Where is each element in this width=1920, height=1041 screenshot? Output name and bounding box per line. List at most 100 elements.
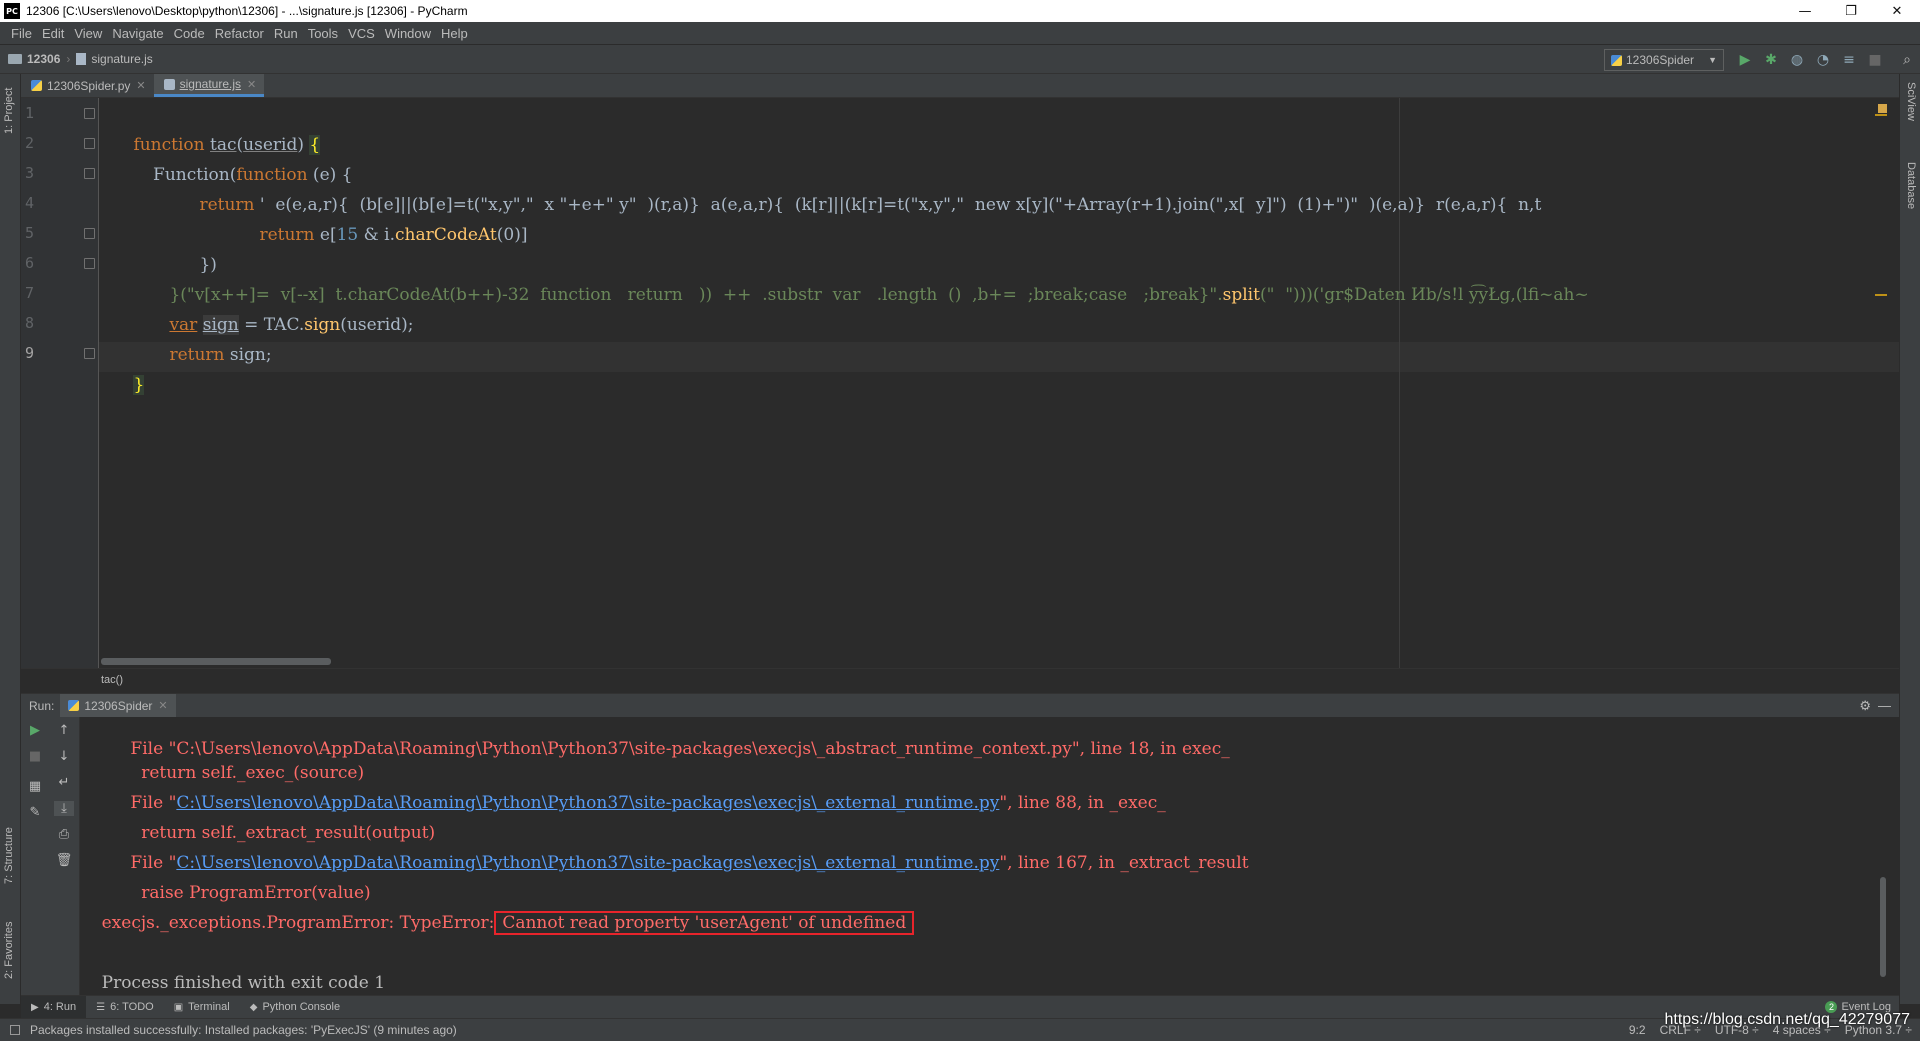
line-number: 9 [25,344,35,362]
toolbar-actions: ▶ ✱ ◍ ◔ ≡ ■ ⌕ [1732,45,1920,75]
gear-icon[interactable]: ⚙ [1859,698,1871,714]
profile-icon[interactable]: ◔ [1810,52,1836,68]
code-area[interactable]: function tac(userid) { Function(function… [99,98,1899,668]
code-line-4: return e[15 & i.charCodeAt(0)] [259,225,528,245]
code-line-8: return sign; [169,345,272,365]
warning-marker-icon[interactable] [1878,104,1887,113]
tool-tab-run[interactable]: ▶ 4: Run [21,995,87,1019]
run-config-dropdown[interactable]: 12306Spider ▼ [1604,49,1724,71]
minimize-button[interactable]: — [1782,0,1828,22]
folder-icon [8,54,22,64]
database-panel-tab[interactable]: Database [1905,162,1917,209]
toggle-tool-windows-icon[interactable] [10,1025,20,1035]
tab-12306spider-py[interactable]: 12306Spider.py ✕ [21,74,154,97]
build-icon[interactable]: ≡ [1836,52,1862,68]
tool-tab-terminal[interactable]: ▣ Terminal [164,996,240,1019]
menu-tools[interactable]: Tools [303,26,343,41]
line-number: 4 [25,194,35,212]
menu-help[interactable]: Help [436,26,473,41]
trash-icon[interactable]: 🗑 [54,853,74,868]
todo-icon: ☰ [96,1001,106,1013]
layout-icon[interactable]: ▦ [25,779,45,794]
status-message[interactable]: Packages installed successfully: Install… [0,1023,457,1037]
line-number: 7 [25,284,35,302]
favorites-panel-tab[interactable]: 2: Favorites [3,922,15,979]
run-console[interactable]: File "C:\Users\lenovo\AppData\Roaming\Py… [80,717,1890,995]
run-tab-label: 12306Spider [84,698,153,713]
minimize-panel-icon[interactable]: — [1878,698,1891,713]
highlighted-error-message: Cannot read property 'userAgent' of unde… [494,911,915,935]
code-line-6: }("v[x++]= v[--x] t.charCodeAt(b++)-32 f… [169,285,1589,305]
scroll-to-end-icon[interactable]: ⤓ [54,801,74,816]
stop-icon[interactable]: ■ [25,749,45,764]
print-icon[interactable]: ⎙ [54,827,74,842]
fold-marker-icon[interactable] [84,168,95,179]
python-icon [68,700,80,711]
line-number: 5 [25,224,35,242]
fold-marker-icon[interactable] [84,348,95,359]
tool-tab-python-console[interactable]: ◆ Python Console [240,996,350,1019]
menu-vcs[interactable]: VCS [343,26,380,41]
menu-navigate[interactable]: Navigate [107,26,168,41]
console-line: return self._extract_result(output) [119,823,436,843]
console-line: File "C:\Users\lenovo\AppData\Roaming\Py… [119,793,1166,813]
menu-file[interactable]: File [6,26,37,41]
console-error-line: execjs._exceptions.ProgramError: TypeErr… [80,878,915,935]
debug-icon[interactable]: ✱ [1758,52,1784,68]
fold-marker-icon[interactable] [84,258,95,269]
menu-view[interactable]: View [69,26,107,41]
fold-marker-icon[interactable] [84,138,95,149]
menu-window[interactable]: Window [380,26,436,41]
menu-edit[interactable]: Edit [37,26,69,41]
horizontal-scrollbar[interactable] [101,658,331,665]
pycharm-logo-icon: PC [4,3,20,19]
console-scrollbar[interactable] [1880,877,1886,977]
menu-refactor[interactable]: Refactor [210,26,269,41]
search-icon[interactable]: ⌕ [1894,52,1920,68]
close-icon[interactable]: ✕ [158,699,167,712]
menu-code[interactable]: Code [169,26,210,41]
tab-label: 12306Spider.py [47,78,131,93]
run-label: Run: [29,698,55,713]
sciview-panel-tab[interactable]: SciView [1905,82,1917,121]
code-editor[interactable]: 1 2 3 4 5 6 7 8 9 function tac(userid) {… [21,98,1899,668]
code-line-3: return ' e(e,a,r){ (b[e]||(b[e]=t("x,y",… [199,195,1542,215]
error-stripe-mark[interactable] [1875,294,1887,296]
window-controls: — ❐ ✕ [1782,0,1920,22]
line-number: 1 [25,104,35,122]
restore-button[interactable]: ❐ [1828,0,1874,22]
up-arrow-icon[interactable]: ↑ [54,723,74,738]
terminal-icon: ▣ [173,1001,184,1013]
editor-breadcrumb[interactable]: tac() [21,668,1899,690]
down-arrow-icon[interactable]: ↓ [54,749,74,764]
soft-wrap-icon[interactable]: ↵ [54,775,74,790]
run-icon[interactable]: ▶ [1732,52,1758,68]
structure-panel-tab[interactable]: 7: Structure [3,827,15,884]
caret-position[interactable]: 9:2 [1629,1023,1646,1037]
breadcrumb-separator: › [66,52,71,66]
tab-signature-js[interactable]: signature.js ✕ [153,74,265,97]
fold-marker-icon[interactable] [84,228,95,239]
close-window-button[interactable]: ✕ [1874,0,1920,22]
menu-run[interactable]: Run [269,26,303,41]
close-icon[interactable]: ✕ [136,79,145,92]
breadcrumb-file[interactable]: signature.js [91,52,152,66]
left-tool-strip: 1: Project 7: Structure 2: Favorites [0,74,21,1004]
console-line: return self._exec_(source) [119,763,365,783]
breadcrumb-project[interactable]: 12306 [27,52,60,66]
fold-marker-icon[interactable] [84,108,95,119]
stop-icon[interactable]: ■ [1862,52,1888,68]
title-bar: PC 12306 [C:\Users\lenovo\Desktop\python… [0,0,1920,22]
error-stripe-mark[interactable] [1875,114,1887,116]
rerun-icon[interactable]: ▶ [25,723,45,738]
run-tab-12306spider[interactable]: 12306Spider ✕ [60,693,176,718]
close-icon[interactable]: ✕ [247,78,256,91]
coverage-icon[interactable]: ◍ [1784,52,1810,68]
run-panel-header: Run: 12306Spider ✕ ⚙ — [21,693,1899,718]
code-line-1: function tac(userid) { [133,135,321,155]
pin-icon[interactable]: ✎ [25,805,45,820]
status-bar: Packages installed successfully: Install… [0,1018,1920,1041]
run-config-label: 12306Spider [1626,53,1695,67]
project-panel-tab[interactable]: 1: Project [3,88,15,134]
tool-tab-todo[interactable]: ☰ 6: TODO [86,996,164,1019]
